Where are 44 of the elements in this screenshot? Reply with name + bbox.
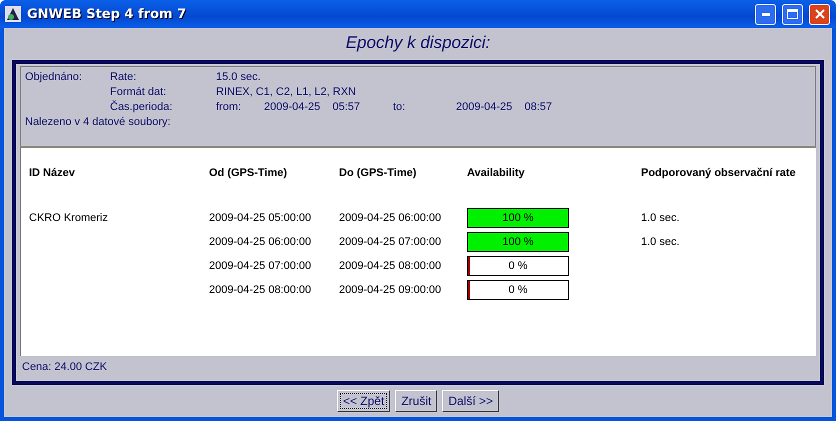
ordered-label: Objednáno: [25,71,83,85]
window-title: GNWEB Step 4 from 7 [27,6,188,22]
to-label: to: [393,101,406,115]
nav-button[interactable]: << Zpět [336,390,390,412]
table-cell-text: 2009-04-25 06:00:00 [339,212,442,224]
availability-percent: 100 % [502,236,534,248]
close-button[interactable] [809,4,830,24]
format-label: Formát dat: [110,86,168,100]
table-cell-text: 2009-04-25 07:00:00 [209,260,312,272]
price-text: Cena: 24.00 CZK [22,361,107,373]
minimize-icon [762,12,770,16]
table-cell-text: 2009-04-25 08:00:00 [209,284,312,296]
column-header: Availability [467,167,526,179]
maximize-button[interactable] [782,4,803,24]
rate-label: Rate: [110,71,138,85]
found-files-text: Nalezeno v 4 datové soubory: [25,116,172,130]
availability-percent: 100 % [502,212,534,224]
column-header: Do (GPS-Time) [339,167,418,179]
page-heading: Epochy k dispozici: [344,32,492,54]
app-icon [5,6,21,22]
from-datetime: 2009-04-25 05:57 [264,101,362,115]
availability-percent: 0 % [508,284,528,296]
station-cell-text: CKRO Kromeriz [29,212,109,224]
to-datetime: 2009-04-25 08:57 [456,101,554,115]
format-value: RINEX, C1, C2, L1, L2, RXN [216,86,357,100]
table-cell-text: 2009-04-25 08:00:00 [339,260,442,272]
table-cell-text: 1.0 sec. [641,236,681,248]
table-cell-text: 2009-04-25 09:00:00 [339,284,442,296]
column-header: Podporovaný observační rate [641,167,797,179]
nav-button[interactable]: Zrušit [395,390,438,412]
rate-value: 15.0 sec. [216,71,262,85]
table-cell-text: 2009-04-25 06:00:00 [209,236,312,248]
table-cell-text: 2009-04-25 07:00:00 [339,236,442,248]
from-label: from: [216,101,242,115]
minimize-button[interactable] [755,4,776,24]
column-header: ID Název [29,167,76,179]
column-header: Od (GPS-Time) [209,167,288,179]
maximize-icon [787,9,798,19]
period-label: Čas.perioda: [110,101,174,115]
availability-percent: 0 % [508,260,528,272]
table-cell-text: 2009-04-25 05:00:00 [209,212,312,224]
table-cell-text: 1.0 sec. [641,212,681,224]
nav-button[interactable]: Další >> [442,390,500,412]
close-icon [814,9,824,19]
